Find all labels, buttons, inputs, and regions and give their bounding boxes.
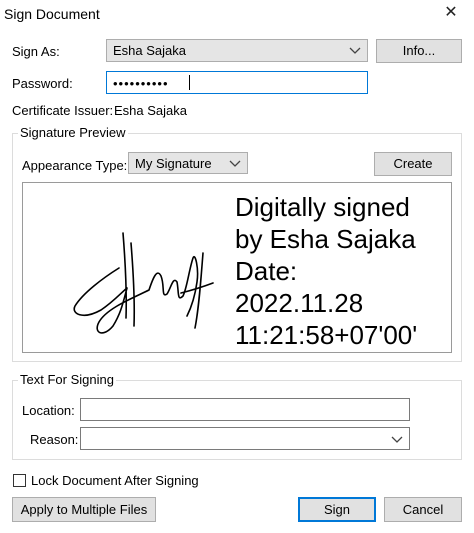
signature-text: Digitally signed by Esha Sajaka Date: 20… [235, 192, 418, 350]
chevron-down-icon [229, 160, 241, 167]
appearance-type-value: My Signature [135, 156, 212, 171]
text-for-signing-title: Text For Signing [18, 372, 116, 387]
chevron-down-icon [349, 47, 361, 54]
signature-image [73, 232, 214, 334]
certificate-issuer-label: Certificate Issuer: [12, 103, 114, 118]
sign-button[interactable]: Sign [298, 497, 376, 522]
sign-as-value: Esha Sajaka [113, 43, 186, 58]
close-icon[interactable]: ✕ [440, 2, 462, 24]
apply-multiple-files-button[interactable]: Apply to Multiple Files [12, 497, 156, 522]
appearance-type-dropdown[interactable]: My Signature [128, 152, 248, 174]
window-title: Sign Document [4, 6, 100, 22]
sign-as-label: Sign As: [12, 44, 60, 59]
password-label: Password: [12, 76, 73, 91]
text-caret [189, 75, 190, 90]
password-field[interactable]: •••••••••• [106, 71, 368, 94]
password-value: •••••••••• [113, 76, 169, 91]
signature-preview-title: Signature Preview [18, 125, 128, 140]
sign-as-dropdown[interactable]: Esha Sajaka [106, 39, 368, 62]
cancel-button[interactable]: Cancel [384, 497, 462, 522]
chevron-down-icon [391, 436, 403, 443]
location-field[interactable] [80, 398, 410, 421]
info-button[interactable]: Info... [376, 39, 462, 63]
signature-preview-box: Digitally signed by Esha Sajaka Date: 20… [22, 182, 452, 353]
location-label: Location: [22, 403, 75, 418]
appearance-type-label: Appearance Type: [22, 158, 128, 173]
certificate-issuer-value: Esha Sajaka [114, 103, 187, 118]
lock-document-label: Lock Document After Signing [31, 473, 199, 488]
reason-dropdown[interactable] [80, 427, 410, 450]
create-button[interactable]: Create [374, 152, 452, 176]
reason-label: Reason: [30, 432, 79, 447]
lock-document-checkbox[interactable] [13, 474, 26, 487]
